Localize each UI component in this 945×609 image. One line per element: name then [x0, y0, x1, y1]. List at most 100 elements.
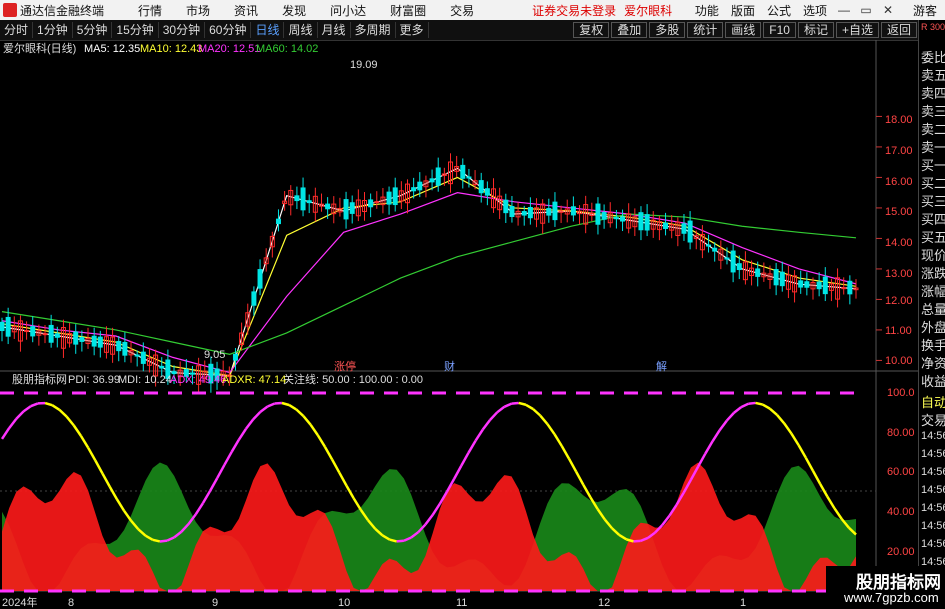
- adx-segment: [22, 405, 32, 413]
- rp-buy4[interactable]: 买四: [921, 209, 945, 228]
- adx-segment: [748, 401, 756, 406]
- ma10-label: MA10: 12.43: [140, 43, 202, 55]
- rp-sell4[interactable]: 卖四: [921, 83, 945, 102]
- adx-segment: [704, 440, 714, 455]
- multi-stock-button[interactable]: 多股: [649, 22, 686, 38]
- candle-body: [97, 336, 103, 348]
- maximize-icon[interactable]: ▭: [855, 3, 877, 17]
- fuquan-button[interactable]: 复权: [573, 22, 610, 38]
- stats-button[interactable]: 统计: [687, 22, 724, 38]
- menu-item-banmian[interactable]: 版面: [731, 2, 755, 19]
- adx-segment: [560, 445, 571, 460]
- adx-segment: [159, 539, 168, 543]
- menu-item-hangqing[interactable]: 行情: [138, 2, 162, 19]
- adx-segment: [58, 408, 68, 418]
- adx-segment: [532, 408, 542, 417]
- candle-body: [349, 202, 355, 214]
- adx-segment: [295, 408, 305, 417]
- login-warning[interactable]: 证券交易未登录: [532, 2, 616, 19]
- menu-item-zixun[interactable]: 资讯: [234, 2, 258, 19]
- candle-body: [306, 200, 312, 204]
- rp-change[interactable]: 涨跌: [921, 263, 945, 282]
- rp-buy3[interactable]: 买三: [921, 191, 945, 210]
- event-label-unlock[interactable]: 解: [656, 359, 667, 373]
- rp-time-4: 14:56: [921, 484, 945, 496]
- rp-outer[interactable]: 外盘: [921, 317, 945, 336]
- rp-sell3[interactable]: 卖三: [921, 101, 945, 120]
- tab-monthly[interactable]: 月线: [318, 22, 351, 38]
- candle-body: [620, 216, 626, 222]
- tab-more[interactable]: 更多: [396, 22, 429, 38]
- minimize-icon[interactable]: —: [833, 3, 855, 17]
- rp-turnover[interactable]: 换手: [921, 335, 945, 354]
- adx-segment: [790, 432, 800, 446]
- rp-sell2[interactable]: 卖二: [921, 119, 945, 138]
- tab-daily[interactable]: 日线: [251, 22, 285, 38]
- rp-auto[interactable]: 自动: [921, 392, 945, 411]
- rp-price[interactable]: 现价: [921, 245, 945, 264]
- menu-item-gongneng[interactable]: 功能: [695, 2, 719, 19]
- menu-bar: 通达信金融终端 行情 市场 资讯 发现 问小达 财富圈 交易 证券交易未登录 爱…: [0, 0, 945, 20]
- candle-body: [24, 330, 30, 333]
- event-label-limitup[interactable]: 涨停: [334, 359, 356, 373]
- mdi-label: MDI: 10.24: [118, 374, 172, 386]
- candle-body: [300, 187, 306, 211]
- candle-body: [755, 268, 761, 277]
- high-price-label: 19.09: [350, 59, 378, 71]
- tab-1min[interactable]: 1分钟: [33, 22, 73, 38]
- rp-earnings[interactable]: 收益: [921, 371, 945, 390]
- tab-15min[interactable]: 15分钟: [112, 22, 159, 38]
- tab-fenshi[interactable]: 分时: [0, 22, 34, 38]
- add-favorite-button[interactable]: +自选: [835, 22, 879, 38]
- kline-chart[interactable]: 爱尔眼科(日线) MA5: 12.35 MA10: 12.43 MA20: 12…: [0, 40, 918, 609]
- rp-trade[interactable]: 交易: [921, 410, 945, 429]
- tab-60min[interactable]: 60分钟: [205, 22, 252, 38]
- rp-weibi[interactable]: 委比: [921, 47, 945, 66]
- draw-line-button[interactable]: 画线: [725, 22, 762, 38]
- rp-buy2[interactable]: 买二: [921, 173, 945, 192]
- menu-item-caifuquan[interactable]: 财富圈: [390, 2, 426, 19]
- adx-segment: [108, 485, 118, 500]
- candle-body: [159, 365, 165, 369]
- menu-item-xuanxiang[interactable]: 选项: [803, 2, 827, 19]
- rp-buy5[interactable]: 买五: [921, 227, 945, 246]
- tab-5min[interactable]: 5分钟: [73, 22, 113, 38]
- tab-weekly[interactable]: 周线: [284, 22, 318, 38]
- adx-segment: [496, 405, 506, 414]
- rp-buy1[interactable]: 买一: [921, 155, 945, 174]
- user-label[interactable]: 游客: [913, 2, 937, 19]
- rp-time-7: 14:56: [921, 538, 945, 550]
- indicator-name[interactable]: 股朋指标网: [12, 372, 67, 386]
- rp-sell1[interactable]: 卖一: [921, 137, 945, 156]
- adx-segment: [711, 429, 721, 443]
- low-price-label: 9.05: [204, 349, 225, 361]
- mark-button[interactable]: 标记: [797, 22, 834, 38]
- candle-body: [134, 354, 140, 357]
- adx-segment: [511, 401, 519, 405]
- tab-multi-period[interactable]: 多周期: [351, 22, 396, 38]
- rp-volume[interactable]: 总量: [921, 299, 945, 318]
- app-logo-icon: [3, 3, 17, 17]
- adx-segment: [122, 509, 133, 522]
- menu-item-faxian[interactable]: 发现: [282, 2, 306, 19]
- candle-body: [644, 214, 650, 231]
- menu-item-gongshi[interactable]: 公式: [767, 2, 791, 19]
- close-icon[interactable]: ✕: [877, 3, 899, 17]
- adx-segment: [152, 538, 161, 543]
- ind-tick-100: 100.0: [887, 387, 915, 399]
- overlay-button[interactable]: 叠加: [611, 22, 648, 38]
- menu-item-jiaoyi[interactable]: 交易: [450, 2, 474, 19]
- rp-sell5[interactable]: 卖五: [921, 65, 945, 84]
- menu-item-wenxiaoda[interactable]: 问小达: [330, 2, 366, 19]
- candle-body: [417, 181, 423, 191]
- rp-time-6: 14:56: [921, 520, 945, 532]
- event-label-finance[interactable]: 财: [444, 359, 455, 373]
- tab-30min[interactable]: 30分钟: [159, 22, 206, 38]
- f10-button[interactable]: F10: [763, 22, 796, 38]
- menu-item-shichang[interactable]: 市场: [186, 2, 210, 19]
- back-button[interactable]: 返回: [880, 22, 917, 38]
- candle-body: [435, 167, 441, 186]
- rp-net-asset[interactable]: 净资: [921, 353, 945, 372]
- adx-segment: [811, 470, 822, 485]
- rp-change-pct[interactable]: 涨幅: [921, 281, 945, 300]
